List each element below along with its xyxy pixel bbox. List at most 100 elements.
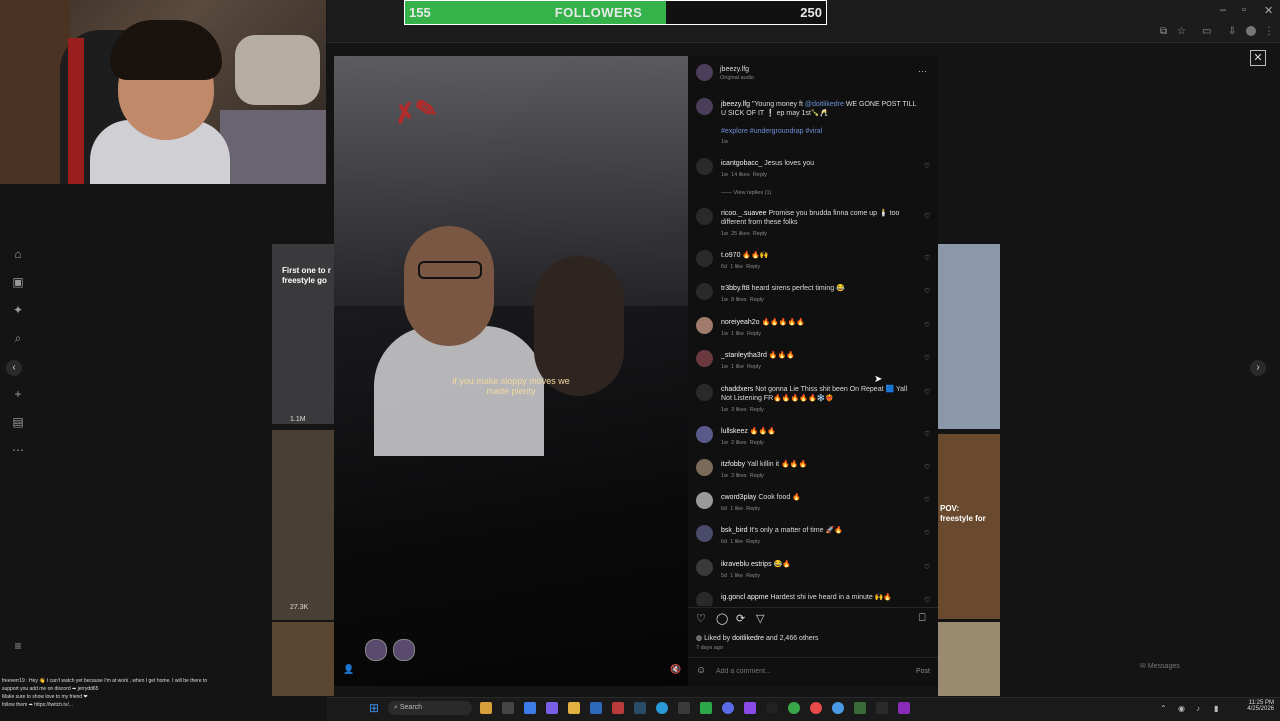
comment-avatar[interactable] bbox=[696, 559, 713, 576]
taskbar-app-icon[interactable] bbox=[832, 702, 844, 714]
taskbar-app-icon[interactable] bbox=[524, 702, 536, 714]
taskbar-search[interactable]: ⌕ Search bbox=[388, 701, 472, 715]
taskbar-app-icon[interactable] bbox=[634, 702, 646, 714]
collab-avatar-2[interactable] bbox=[393, 639, 415, 661]
taskbar-app-icon[interactable] bbox=[722, 702, 734, 714]
taskbar-app-icon[interactable] bbox=[568, 702, 580, 714]
taskbar-app-icon[interactable] bbox=[656, 702, 668, 714]
comment-reply-button[interactable]: Reply bbox=[747, 364, 761, 370]
comment-reply-button[interactable]: Reply bbox=[746, 506, 760, 512]
background-post-right-3[interactable] bbox=[938, 622, 1000, 696]
comment-like-heart-icon[interactable]: ♡ bbox=[924, 321, 930, 329]
comment-likes[interactable]: 25 likes bbox=[731, 231, 750, 237]
comment-like-heart-icon[interactable]: ♡ bbox=[924, 287, 930, 295]
comment-username[interactable]: ikraveblu estrips bbox=[721, 561, 772, 568]
repost-icon[interactable]: ⟳ bbox=[736, 612, 745, 625]
comment-likes[interactable]: 1 like bbox=[731, 331, 744, 337]
comment-avatar[interactable] bbox=[696, 525, 713, 542]
taskbar-clock[interactable]: 11:25 PM 4/25/2026 bbox=[1236, 700, 1274, 712]
share-send-icon[interactable]: ▽ bbox=[756, 612, 764, 625]
comment-reply-button[interactable]: Reply bbox=[746, 264, 760, 270]
emoji-icon[interactable]: ☺ bbox=[696, 665, 706, 676]
comment-likes[interactable]: 1 like bbox=[730, 573, 743, 579]
background-post-left-2[interactable]: 27.3K bbox=[272, 430, 334, 620]
liked-by-suffix[interactable]: and 2,466 others bbox=[766, 635, 819, 642]
comment-username[interactable]: ricoo._.suavee bbox=[721, 210, 767, 217]
comment-like-heart-icon[interactable]: ♡ bbox=[924, 563, 930, 571]
comment-likes[interactable]: 8 likes bbox=[731, 297, 747, 303]
comment-reply-button[interactable]: Reply bbox=[747, 331, 761, 337]
taskbar-app-icon[interactable] bbox=[612, 702, 624, 714]
profile-avatar-icon[interactable] bbox=[1246, 26, 1256, 36]
comment-avatar[interactable] bbox=[696, 492, 713, 509]
comment-avatar[interactable] bbox=[696, 158, 713, 175]
comment-avatar[interactable] bbox=[696, 459, 713, 476]
comment-username[interactable]: t.o970 bbox=[721, 252, 740, 259]
bookmark-star-icon[interactable]: ☆ bbox=[1177, 26, 1186, 37]
comment-avatar[interactable] bbox=[696, 208, 713, 225]
comment-like-heart-icon[interactable]: ♡ bbox=[924, 388, 930, 396]
comment-likes[interactable]: 1 like bbox=[730, 506, 743, 512]
messages-button[interactable]: ✉ Messages bbox=[1140, 658, 1240, 676]
hamburger-menu-icon[interactable]: ≡ bbox=[10, 638, 26, 654]
comment-reply-button[interactable]: Reply bbox=[750, 297, 764, 303]
comment-like-heart-icon[interactable]: ♡ bbox=[924, 529, 930, 537]
comment-reply-button[interactable]: Reply bbox=[750, 473, 764, 479]
comment-reply-button[interactable]: Reply bbox=[753, 172, 767, 178]
taskbar-app-icon[interactable] bbox=[744, 702, 756, 714]
close-overlay-button[interactable]: ✕ bbox=[1250, 50, 1266, 66]
comment-likes[interactable]: 2 likes bbox=[731, 440, 747, 446]
windows-start-icon[interactable]: ⊞ bbox=[369, 701, 379, 715]
mute-icon[interactable]: 🔇 bbox=[670, 664, 681, 675]
comment-like-heart-icon[interactable]: ♡ bbox=[924, 496, 930, 504]
taskbar-app-icon[interactable] bbox=[810, 702, 822, 714]
tray-volume-icon[interactable]: ♪ bbox=[1196, 704, 1200, 713]
tray-chevron-icon[interactable]: ⌃ bbox=[1160, 704, 1167, 713]
comment-avatar[interactable] bbox=[696, 350, 713, 367]
comment-reply-button[interactable]: Reply bbox=[753, 231, 767, 237]
taskbar-app-icon[interactable] bbox=[766, 702, 778, 714]
comment-likes[interactable]: 3 likes bbox=[731, 407, 747, 413]
home-icon[interactable]: ⌂ bbox=[10, 246, 26, 262]
comment-like-heart-icon[interactable]: ♡ bbox=[924, 254, 930, 262]
comment-username[interactable]: itzfobby bbox=[721, 461, 745, 468]
minimize-button[interactable]: – bbox=[1220, 4, 1226, 16]
comment-likes[interactable]: 14 likes bbox=[731, 172, 750, 178]
comment-reply-button[interactable]: Reply bbox=[746, 573, 760, 579]
comment-username[interactable]: _stanleytha3rd bbox=[721, 352, 767, 359]
comment-bubble-icon[interactable]: ◯ bbox=[716, 612, 728, 625]
comment-like-heart-icon[interactable]: ♡ bbox=[924, 430, 930, 438]
comment-likes[interactable]: 3 likes bbox=[731, 473, 747, 479]
maximize-button[interactable]: ▫ bbox=[1242, 4, 1246, 16]
sidebar-icon[interactable]: ▭ bbox=[1202, 26, 1211, 37]
taskbar-app-icon[interactable] bbox=[876, 702, 888, 714]
comment-username[interactable]: bsk_bird bbox=[721, 527, 747, 534]
comment-avatar[interactable] bbox=[696, 283, 713, 300]
reel-video[interactable]: ✗✎ if you make sloppy moves we made plen… bbox=[334, 56, 688, 686]
save-bookmark-icon[interactable]: ⎕ bbox=[919, 612, 926, 625]
comment-avatar[interactable] bbox=[696, 250, 713, 267]
downloads-icon[interactable]: ⇩ bbox=[1228, 26, 1236, 37]
comment-username[interactable]: cword3play bbox=[721, 494, 756, 501]
tray-network-icon[interactable]: ◉ bbox=[1178, 704, 1185, 713]
comment-username[interactable]: lullskeez bbox=[721, 428, 748, 435]
background-post-right-2[interactable]: POV: freestyle for bbox=[938, 434, 1000, 619]
search-icon[interactable]: ⌕ bbox=[10, 330, 26, 346]
taskbar-app-icon[interactable] bbox=[854, 702, 866, 714]
more-icon[interactable]: ⋯ bbox=[10, 442, 26, 458]
taskbar-app-icon[interactable] bbox=[898, 702, 910, 714]
taskbar-app-icon[interactable] bbox=[480, 702, 492, 714]
comment-username[interactable]: ig.goncl appme bbox=[721, 594, 768, 601]
create-icon[interactable]: + bbox=[10, 386, 26, 402]
author-username[interactable]: jbeezy.lfg bbox=[720, 65, 749, 74]
comment-like-heart-icon[interactable]: ♡ bbox=[924, 162, 930, 170]
comment-username[interactable]: tr3bby.ft8 bbox=[721, 285, 750, 292]
caption-username[interactable]: jbeezy.lfg bbox=[721, 101, 750, 108]
comment-likes[interactable]: 1 like bbox=[731, 364, 744, 370]
post-comment-button[interactable]: Post bbox=[916, 667, 930, 676]
liked-by-user[interactable]: doitlikedre bbox=[732, 635, 764, 642]
comment-username[interactable]: icantgobacc_ bbox=[721, 160, 762, 167]
view-replies-button[interactable]: View replies (1) bbox=[734, 190, 772, 196]
taskbar-app-icon[interactable] bbox=[788, 702, 800, 714]
caption-mention-link[interactable]: @doitlikedre bbox=[805, 101, 844, 108]
